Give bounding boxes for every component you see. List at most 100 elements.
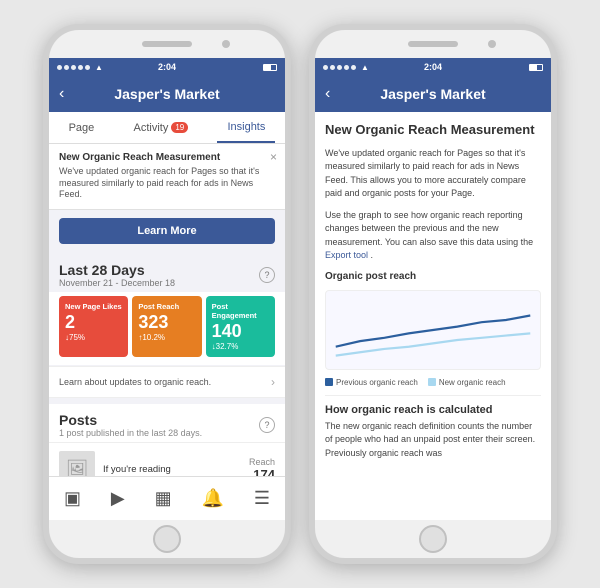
status-right-left xyxy=(263,64,277,71)
dot1 xyxy=(57,65,62,70)
battery-icon xyxy=(263,64,277,71)
legend-label-previous: Previous organic reach xyxy=(336,378,418,387)
tab-page[interactable]: Page xyxy=(59,112,105,143)
dot-r4 xyxy=(344,65,349,70)
speaker-right xyxy=(408,41,458,47)
organic-reach-title: Organic post reach xyxy=(325,271,541,282)
stat-value-engagement: 140 xyxy=(212,322,269,340)
status-bar-left: ▲ 2:04 xyxy=(49,58,285,76)
chart-legend: Previous organic reach New organic reach xyxy=(325,378,541,387)
signal-dots: ▲ xyxy=(57,63,103,72)
posts-title: Posts xyxy=(59,412,202,428)
battery-fill xyxy=(264,65,271,70)
how-body: The new organic reach definition counts … xyxy=(325,420,541,461)
section-divider xyxy=(325,395,541,396)
bottom-tab-bar-left: ▣ ▶ ▦ 🔔 ☰ xyxy=(49,476,285,520)
right-phone: ▲ 2:04 ‹ Jasper's Market New Organic Rea… xyxy=(309,24,557,564)
dot-r2 xyxy=(330,65,335,70)
phones-container: ▲ 2:04 ‹ Jasper's Market Page Activity 1… xyxy=(23,4,577,584)
camera-left xyxy=(222,40,230,48)
stat-card-reach: Post Reach 323 ↑10.2% xyxy=(132,296,201,357)
notification-title: New Organic Reach Measurement xyxy=(59,152,275,163)
stat-card-likes: New Page Likes 2 ↓75% xyxy=(59,296,128,357)
chart-area xyxy=(325,290,541,370)
tab-row-left: Page Activity 19 Insights xyxy=(49,112,285,144)
tab-icon-menu[interactable]: ☰ xyxy=(254,488,270,509)
dot4 xyxy=(78,65,83,70)
tab-icon-video[interactable]: ▶ xyxy=(111,488,125,509)
signal-dots-right: ▲ xyxy=(323,63,369,72)
posts-header: Posts 1 post published in the last 28 da… xyxy=(49,404,285,443)
legend-new: New organic reach xyxy=(428,378,506,387)
home-button-left[interactable] xyxy=(153,525,181,553)
stats-grid: New Page Likes 2 ↓75% Post Reach 323 ↑10… xyxy=(49,292,285,365)
camera-right xyxy=(488,40,496,48)
help-icon[interactable]: ? xyxy=(259,267,275,283)
stat-label-reach: Post Reach xyxy=(138,302,195,311)
battery-fill-right xyxy=(530,65,537,70)
tab-activity[interactable]: Activity 19 xyxy=(124,112,199,143)
right-content: New Organic Reach Measurement We've upda… xyxy=(315,112,551,520)
dot2 xyxy=(64,65,69,70)
nav-bar-left: ‹ Jasper's Market xyxy=(49,76,285,112)
dot3 xyxy=(71,65,76,70)
chevron-right-icon: › xyxy=(271,375,275,389)
post-row[interactable]: 🖼 If you're reading Reach 174 xyxy=(49,443,285,476)
stat-label-likes: New Page Likes xyxy=(65,302,122,311)
dot-r1 xyxy=(323,65,328,70)
chart-line-new xyxy=(336,333,531,355)
legend-dot-previous xyxy=(325,378,333,386)
stat-label-engagement: Post Engagement xyxy=(212,302,269,320)
posts-subtitle: 1 post published in the last 28 days. xyxy=(59,428,202,438)
home-button-right[interactable] xyxy=(419,525,447,553)
dot-r3 xyxy=(337,65,342,70)
organic-link[interactable]: Learn about updates to organic reach. › xyxy=(49,366,285,398)
stat-value-likes: 2 xyxy=(65,313,122,331)
back-button-right[interactable]: ‹ xyxy=(325,85,330,103)
phone-top-right xyxy=(315,30,551,58)
notification-banner: New Organic Reach Measurement We've upda… xyxy=(49,144,285,210)
posts-help-icon[interactable]: ? xyxy=(259,417,275,433)
wifi-symbol-right: ▲ xyxy=(361,63,369,72)
left-phone: ▲ 2:04 ‹ Jasper's Market Page Activity 1… xyxy=(43,24,291,564)
activity-badge: 19 xyxy=(171,122,188,133)
tab-insights[interactable]: Insights xyxy=(217,112,275,143)
stat-value-reach: 323 xyxy=(138,313,195,331)
legend-dot-new xyxy=(428,378,436,386)
speaker-left xyxy=(142,41,192,47)
post-text: If you're reading xyxy=(103,464,241,475)
status-bar-right: ▲ 2:04 xyxy=(315,58,551,76)
phone-bottom-right xyxy=(315,520,551,558)
close-icon[interactable]: × xyxy=(270,150,277,164)
tab-icon-bell[interactable]: 🔔 xyxy=(202,488,224,509)
chart-line-previous xyxy=(336,315,531,346)
post-reach-value: 174 xyxy=(249,467,275,476)
post-image-icon: 🖼 xyxy=(66,459,89,476)
post-thumbnail: 🖼 xyxy=(59,451,95,476)
stats-section-header: Last 28 Days November 21 - December 18 ? xyxy=(49,254,285,292)
organic-link-text: Learn about updates to organic reach. xyxy=(59,377,211,387)
back-button-left[interactable]: ‹ xyxy=(59,85,64,103)
nav-bar-right: ‹ Jasper's Market xyxy=(315,76,551,112)
legend-label-new: New organic reach xyxy=(439,378,506,387)
phone-top-left xyxy=(49,30,285,58)
posts-section: Posts 1 post published in the last 28 da… xyxy=(49,404,285,476)
chart-svg xyxy=(326,291,540,369)
article-para1: We've updated organic reach for Pages so… xyxy=(325,147,541,201)
nav-title-right: Jasper's Market xyxy=(380,86,485,102)
posts-title-group: Posts 1 post published in the last 28 da… xyxy=(59,412,202,438)
status-time-right: 2:04 xyxy=(424,62,442,72)
stats-subtitle: November 21 - December 18 xyxy=(59,278,175,288)
export-tool-link[interactable]: Export tool xyxy=(325,250,368,260)
dot-r5 xyxy=(351,65,356,70)
stats-title-group: Last 28 Days November 21 - December 18 xyxy=(59,262,175,288)
learn-more-button[interactable]: Learn More xyxy=(59,218,275,244)
tab-icon-grid[interactable]: ▦ xyxy=(155,488,172,509)
how-title: How organic reach is calculated xyxy=(325,404,541,416)
stat-change-reach: ↑10.2% xyxy=(138,333,195,342)
tab-icon-home[interactable]: ▣ xyxy=(64,488,81,509)
wifi-symbol: ▲ xyxy=(95,63,103,72)
battery-icon-right xyxy=(529,64,543,71)
legend-previous: Previous organic reach xyxy=(325,378,418,387)
nav-title-left: Jasper's Market xyxy=(114,86,219,102)
